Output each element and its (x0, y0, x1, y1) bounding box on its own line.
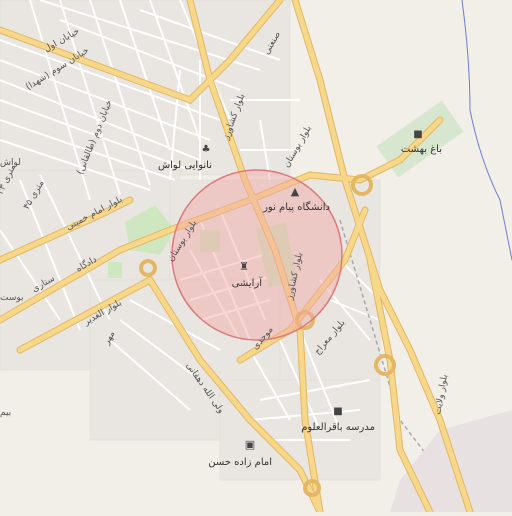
poi-bagh-behesht-label: باغ بهشت (401, 144, 442, 155)
label-bim: بیم (0, 408, 11, 418)
poi-nanvai-label: نانوایی لواش (158, 160, 212, 171)
label-lavash-west: لواش (0, 158, 21, 168)
cemetery-icon: ■ (413, 129, 422, 140)
label-boostan-west: بوست (0, 293, 24, 303)
poi-payam-noor-label: دانشگاه پیام نور (262, 201, 330, 213)
poi-araishi-label: آرایشی (232, 276, 264, 289)
shrine-icon: ▣ (245, 438, 255, 451)
university-icon: ▲ (291, 185, 300, 198)
map-viewport[interactable]: خیابان سوم (شهدا) خیابان دوم (طالقانی) خ… (0, 0, 512, 516)
poi-bagher-olom-label: مدرسه باقرالعلوم (301, 422, 375, 433)
school-icon: ■ (333, 406, 342, 417)
shop-icon: ♜ (239, 260, 249, 273)
map-canvas[interactable]: خیابان سوم (شهدا) خیابان دوم (طالقانی) خ… (0, 0, 512, 516)
search-radius-circle[interactable] (171, 169, 343, 341)
poi-emamzadeh-label: امام زاده حسن (208, 457, 272, 468)
bakery-icon: ♣ (202, 144, 211, 155)
